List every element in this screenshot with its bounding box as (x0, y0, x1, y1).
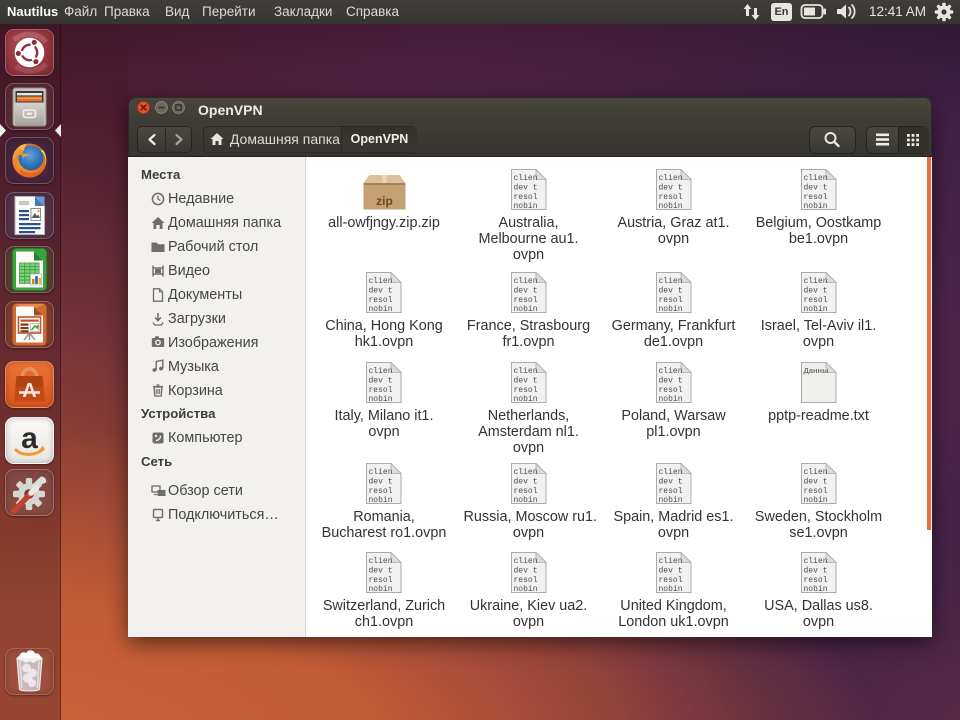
svg-text:a: a (21, 422, 38, 455)
svg-text:A: A (22, 380, 36, 402)
svg-text:zip: zip (376, 194, 393, 208)
svg-text:Данны: Данны (803, 366, 828, 375)
